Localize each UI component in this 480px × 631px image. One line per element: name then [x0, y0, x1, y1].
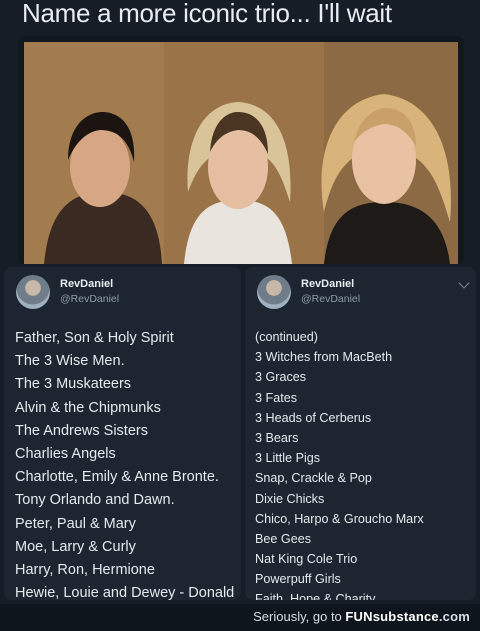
watermark-text: Seriously, go to FUNsubstance.com: [253, 609, 470, 624]
tweet-line: Nat King Cole Trio: [255, 552, 358, 567]
tweet-line: 3 Bears: [255, 430, 299, 445]
user-handle[interactable]: @RevDaniel: [301, 293, 360, 305]
user-handle[interactable]: @RevDaniel: [60, 293, 119, 305]
tweet-line: 3 Little Pigs: [255, 451, 321, 466]
tweet-line: Bee Gees: [255, 531, 312, 546]
watermark-prefix: Seriously, go to: [253, 609, 342, 624]
trio-photo-illustration: [24, 42, 458, 264]
tweet-line: The Andrews Sisters: [15, 422, 148, 439]
display-name[interactable]: RevDaniel: [301, 278, 354, 290]
avatar[interactable]: [16, 275, 50, 309]
tweet-line: Alvin & the Chipmunks: [15, 399, 161, 416]
tweet-line: Dixie Chicks: [255, 491, 325, 506]
chevron-down-icon[interactable]: [458, 277, 470, 289]
trio-photo: [24, 42, 458, 264]
tweet-line: Father, Son & Holy Spirit: [15, 330, 174, 346]
tweet-line: The 3 Muskateers: [15, 376, 132, 393]
headline: Name a more iconic trio... I'll wait: [22, 0, 392, 28]
avatar[interactable]: [257, 275, 291, 309]
tweet-line: Faith, Hope & Charity: [255, 592, 376, 600]
tweet-line: Powerpuff Girls: [255, 572, 341, 587]
tweet-card-left: RevDaniel @RevDaniel Father, Son & Holy …: [4, 267, 241, 600]
tweet-line: 3 Fates: [255, 390, 297, 405]
tweet-line: Charlies Angels: [15, 445, 116, 462]
tweet-line: 3 Graces: [255, 370, 307, 385]
tweet-body: Father, Son & Holy Spirit The 3 Wise Men…: [15, 327, 234, 600]
display-name[interactable]: RevDaniel: [60, 278, 113, 290]
tweet-line: Tony Orlando and Dawn.: [15, 492, 175, 509]
tweet-line: Moe, Larry & Curly: [15, 538, 136, 555]
tweet-body: (continued) 3 Witches from MacBeth 3 Gra…: [255, 327, 424, 600]
watermark-bar: Seriously, go to FUNsubstance.com: [0, 604, 480, 631]
tweet-line: 3 Heads of Cerberus: [255, 410, 372, 425]
tweet-line: The 3 Wise Men.: [15, 353, 125, 370]
tweet-line: Harry, Ron, Hermione: [15, 561, 155, 578]
tweet-line: Peter, Paul & Mary: [15, 515, 136, 532]
tweet-line: Chico, Harpo & Groucho Marx: [255, 511, 424, 526]
tweet-card-right: RevDaniel @RevDaniel (continued) 3 Witch…: [245, 267, 476, 600]
tweet-line: (continued): [255, 330, 319, 344]
watermark-brand[interactable]: FUNsubstance.com: [345, 609, 470, 624]
tweet-line: Snap, Crackle & Pop: [255, 471, 372, 486]
tweet-line: Hewie, Louie and Dewey - Donald: [15, 585, 235, 600]
tweet-line: Charlotte, Emily & Anne Bronte.: [15, 469, 219, 486]
photo-frame: [18, 36, 464, 264]
tweet-line: 3 Witches from MacBeth: [255, 350, 393, 365]
